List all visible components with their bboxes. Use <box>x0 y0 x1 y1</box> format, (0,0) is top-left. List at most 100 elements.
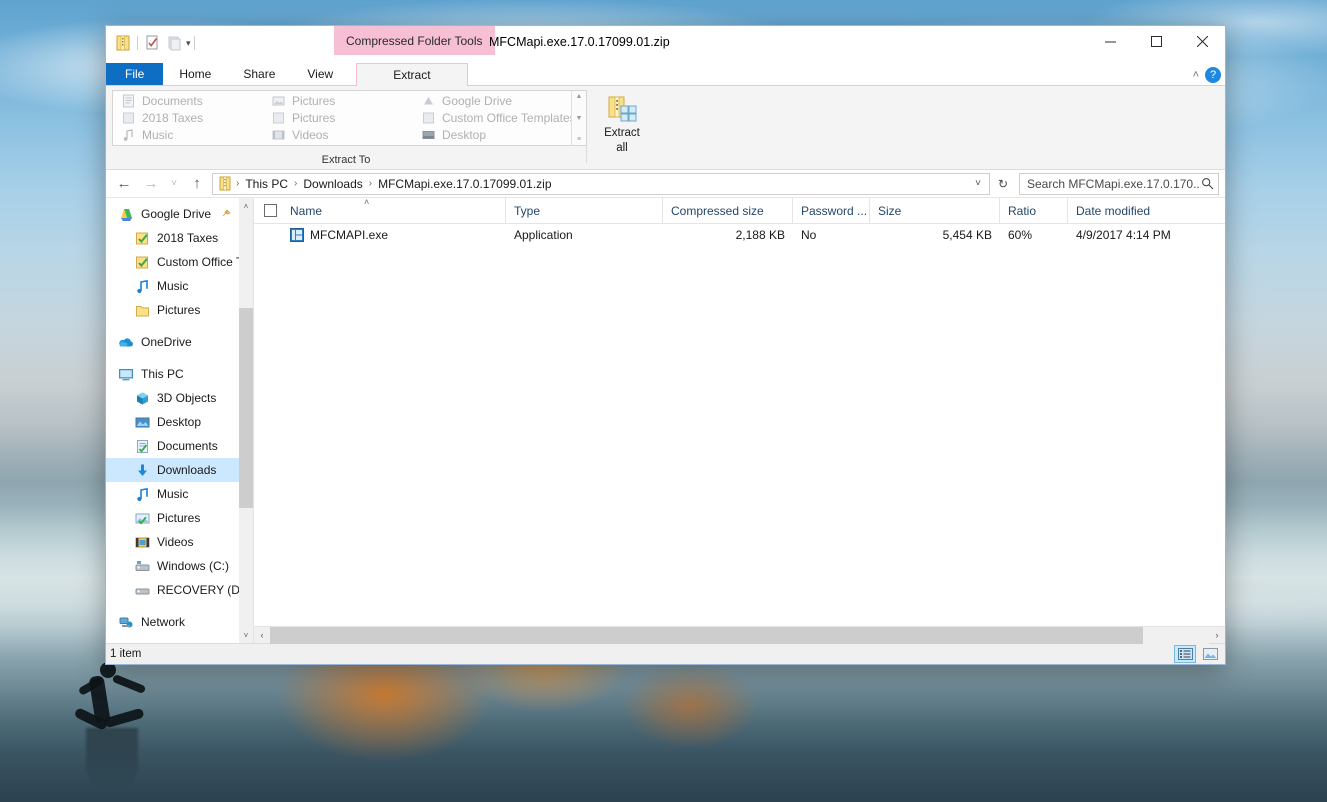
minimize-button[interactable] <box>1087 26 1133 56</box>
nav-scroll-up-icon[interactable]: ˄ <box>239 198 253 214</box>
zip-folder-icon <box>217 176 233 192</box>
address-bar[interactable]: › This PC › Downloads › MFCMapi.exe.17.0… <box>212 172 990 195</box>
tab-view[interactable]: View <box>291 63 349 85</box>
gallery-scroll-down-icon[interactable]: ▼ <box>576 115 583 122</box>
desktop-icon <box>421 127 436 142</box>
gallery-scrollbar[interactable]: ▲ ▼ ≡ <box>571 91 586 145</box>
zip-folder-icon[interactable] <box>112 32 134 54</box>
downloads-icon <box>134 462 150 478</box>
gallery-item-label: Desktop <box>442 127 487 142</box>
desktop-icon <box>134 414 150 430</box>
details-view-button[interactable] <box>1174 645 1196 663</box>
nav-item-recovery-d[interactable]: RECOVERY (D:) <box>106 578 253 602</box>
magnifier-icon[interactable] <box>1201 177 1214 190</box>
column-header-size[interactable]: Size <box>870 197 1000 224</box>
gallery-item-label: Videos <box>292 127 329 142</box>
column-header-row: ˄ Name Type Compressed size Password ...… <box>254 197 1225 224</box>
nav-item-network[interactable]: Network <box>106 610 253 634</box>
scroll-right-icon[interactable]: › <box>1209 630 1225 640</box>
nav-item-custom-office-templates[interactable]: Custom Office T <box>106 250 253 274</box>
scrollbar-thumb[interactable] <box>270 626 1144 644</box>
nav-item-this-pc[interactable]: This PC <box>106 362 253 386</box>
horizontal-scrollbar[interactable]: ‹ › <box>254 626 1225 644</box>
chevron-down-icon[interactable]: ˅ <box>969 178 987 189</box>
gallery-item-2018-taxes[interactable]: 2018 Taxes <box>117 110 259 127</box>
desktop-wallpaper: ▾ Compressed Folder Tools MFCMapi.exe.17… <box>0 0 1327 802</box>
nav-item-onedrive[interactable]: OneDrive <box>106 330 253 354</box>
extract-all-label-line2: all <box>616 142 628 154</box>
nav-scroll-thumb[interactable] <box>239 308 253 508</box>
help-icon[interactable]: ? <box>1205 66 1221 83</box>
gallery-scroll-up-icon[interactable]: ▲ <box>576 93 583 100</box>
gallery-item-pictures-2[interactable]: Pictures <box>267 110 409 127</box>
scrollbar-track[interactable] <box>270 626 1209 644</box>
nav-item-pictures[interactable]: Pictures <box>106 298 253 322</box>
nav-item-3d-objects[interactable]: 3D Objects <box>106 386 253 410</box>
new-folder-icon[interactable] <box>163 32 185 54</box>
search-box[interactable] <box>1019 172 1219 195</box>
nav-item-downloads[interactable]: Downloads <box>106 458 253 482</box>
forward-button[interactable]: → <box>139 172 163 196</box>
close-button[interactable] <box>1179 26 1225 56</box>
checkbox-box[interactable] <box>264 204 277 217</box>
file-explorer-window: ▾ Compressed Folder Tools MFCMapi.exe.17… <box>105 25 1226 665</box>
network-icon <box>118 614 134 630</box>
nav-item-pictures-2[interactable]: Pictures <box>106 506 253 530</box>
gallery-item-label: 2018 Taxes <box>142 111 204 125</box>
extract-all-button[interactable]: Extract all <box>593 90 651 154</box>
column-header-password[interactable]: Password ... <box>793 197 870 224</box>
nav-item-desktop[interactable]: Desktop <box>106 410 253 434</box>
column-header-date-modified[interactable]: Date modified <box>1068 198 1213 224</box>
maximize-button[interactable] <box>1133 26 1179 56</box>
column-header-name[interactable]: Name <box>282 197 506 224</box>
select-all-checkbox[interactable] <box>254 198 282 224</box>
column-header-compressed-size[interactable]: Compressed size <box>663 197 793 224</box>
gallery-item-custom-office-templates[interactable]: Custom Office Templates <box>417 110 576 127</box>
nav-item-google-drive[interactable]: Google Drive <box>106 202 253 226</box>
customize-caret-icon[interactable]: ▾ <box>186 38 191 49</box>
nav-item-videos[interactable]: Videos <box>106 530 253 554</box>
nav-item-2018-taxes[interactable]: 2018 Taxes <box>106 226 253 250</box>
gallery-item-desktop[interactable]: Desktop <box>417 126 567 143</box>
column-header-type[interactable]: Type <box>506 197 663 224</box>
tab-file[interactable]: File <box>106 63 164 85</box>
pin-icon[interactable] <box>221 209 231 219</box>
breadcrumb-downloads[interactable]: Downloads <box>298 177 367 191</box>
chevron-up-icon[interactable]: ˄ <box>1193 69 1199 81</box>
properties-icon[interactable] <box>141 32 163 54</box>
column-header-ratio[interactable]: Ratio <box>1000 197 1068 224</box>
gallery-item-pictures[interactable]: Pictures <box>267 93 409 110</box>
gallery-item-videos[interactable]: Videos <box>267 126 409 143</box>
nav-item-music[interactable]: Music <box>106 274 253 298</box>
large-icons-view-button[interactable] <box>1199 645 1221 663</box>
extract-to-gallery[interactable]: Documents 2018 Taxes Music Pictures Pict… <box>112 90 587 146</box>
nav-pane-scrollbar[interactable]: ˄ ˅ <box>239 198 253 643</box>
search-input[interactable] <box>1027 176 1201 191</box>
scroll-left-icon[interactable]: ‹ <box>254 630 270 640</box>
gallery-more-icon[interactable]: ≡ <box>577 136 581 143</box>
nav-item-documents[interactable]: Documents <box>106 434 253 458</box>
gallery-column: Documents 2018 Taxes Music <box>113 91 263 145</box>
gallery-item-google-drive[interactable]: Google Drive <box>417 93 567 110</box>
refresh-button[interactable]: ↻ <box>993 177 1013 191</box>
breadcrumb-this-pc[interactable]: This PC <box>240 177 293 191</box>
ribbon: Documents 2018 Taxes Music Pictures Pict… <box>106 86 1225 170</box>
up-button[interactable]: ↑ <box>185 172 209 196</box>
nav-item-label: Documents <box>157 439 218 453</box>
tab-spacer <box>349 63 356 85</box>
gallery-item-documents[interactable]: Documents <box>117 93 259 110</box>
nav-item-windows-c[interactable]: Windows (C:) <box>106 554 253 578</box>
nav-scroll-down-icon[interactable]: ˅ <box>239 627 253 643</box>
recent-locations-button[interactable]: ˅ <box>166 172 182 196</box>
main-content: Google Drive 2018 Taxes Custom Office T … <box>106 197 1225 644</box>
tab-home[interactable]: Home <box>163 63 227 85</box>
pictures-icon <box>271 94 286 109</box>
tab-extract[interactable]: Extract <box>356 63 468 86</box>
nav-item-music-2[interactable]: Music <box>106 482 253 506</box>
cell-name[interactable]: MFCMAPI.exe <box>254 224 506 246</box>
back-button[interactable]: ← <box>112 172 136 196</box>
tab-share[interactable]: Share <box>227 63 291 85</box>
table-row[interactable]: MFCMAPI.exe Application 2,188 KB No 5,45… <box>254 224 1225 246</box>
gallery-item-music[interactable]: Music <box>117 126 259 143</box>
breadcrumb-zip[interactable]: MFCMapi.exe.17.0.17099.01.zip <box>373 177 556 191</box>
